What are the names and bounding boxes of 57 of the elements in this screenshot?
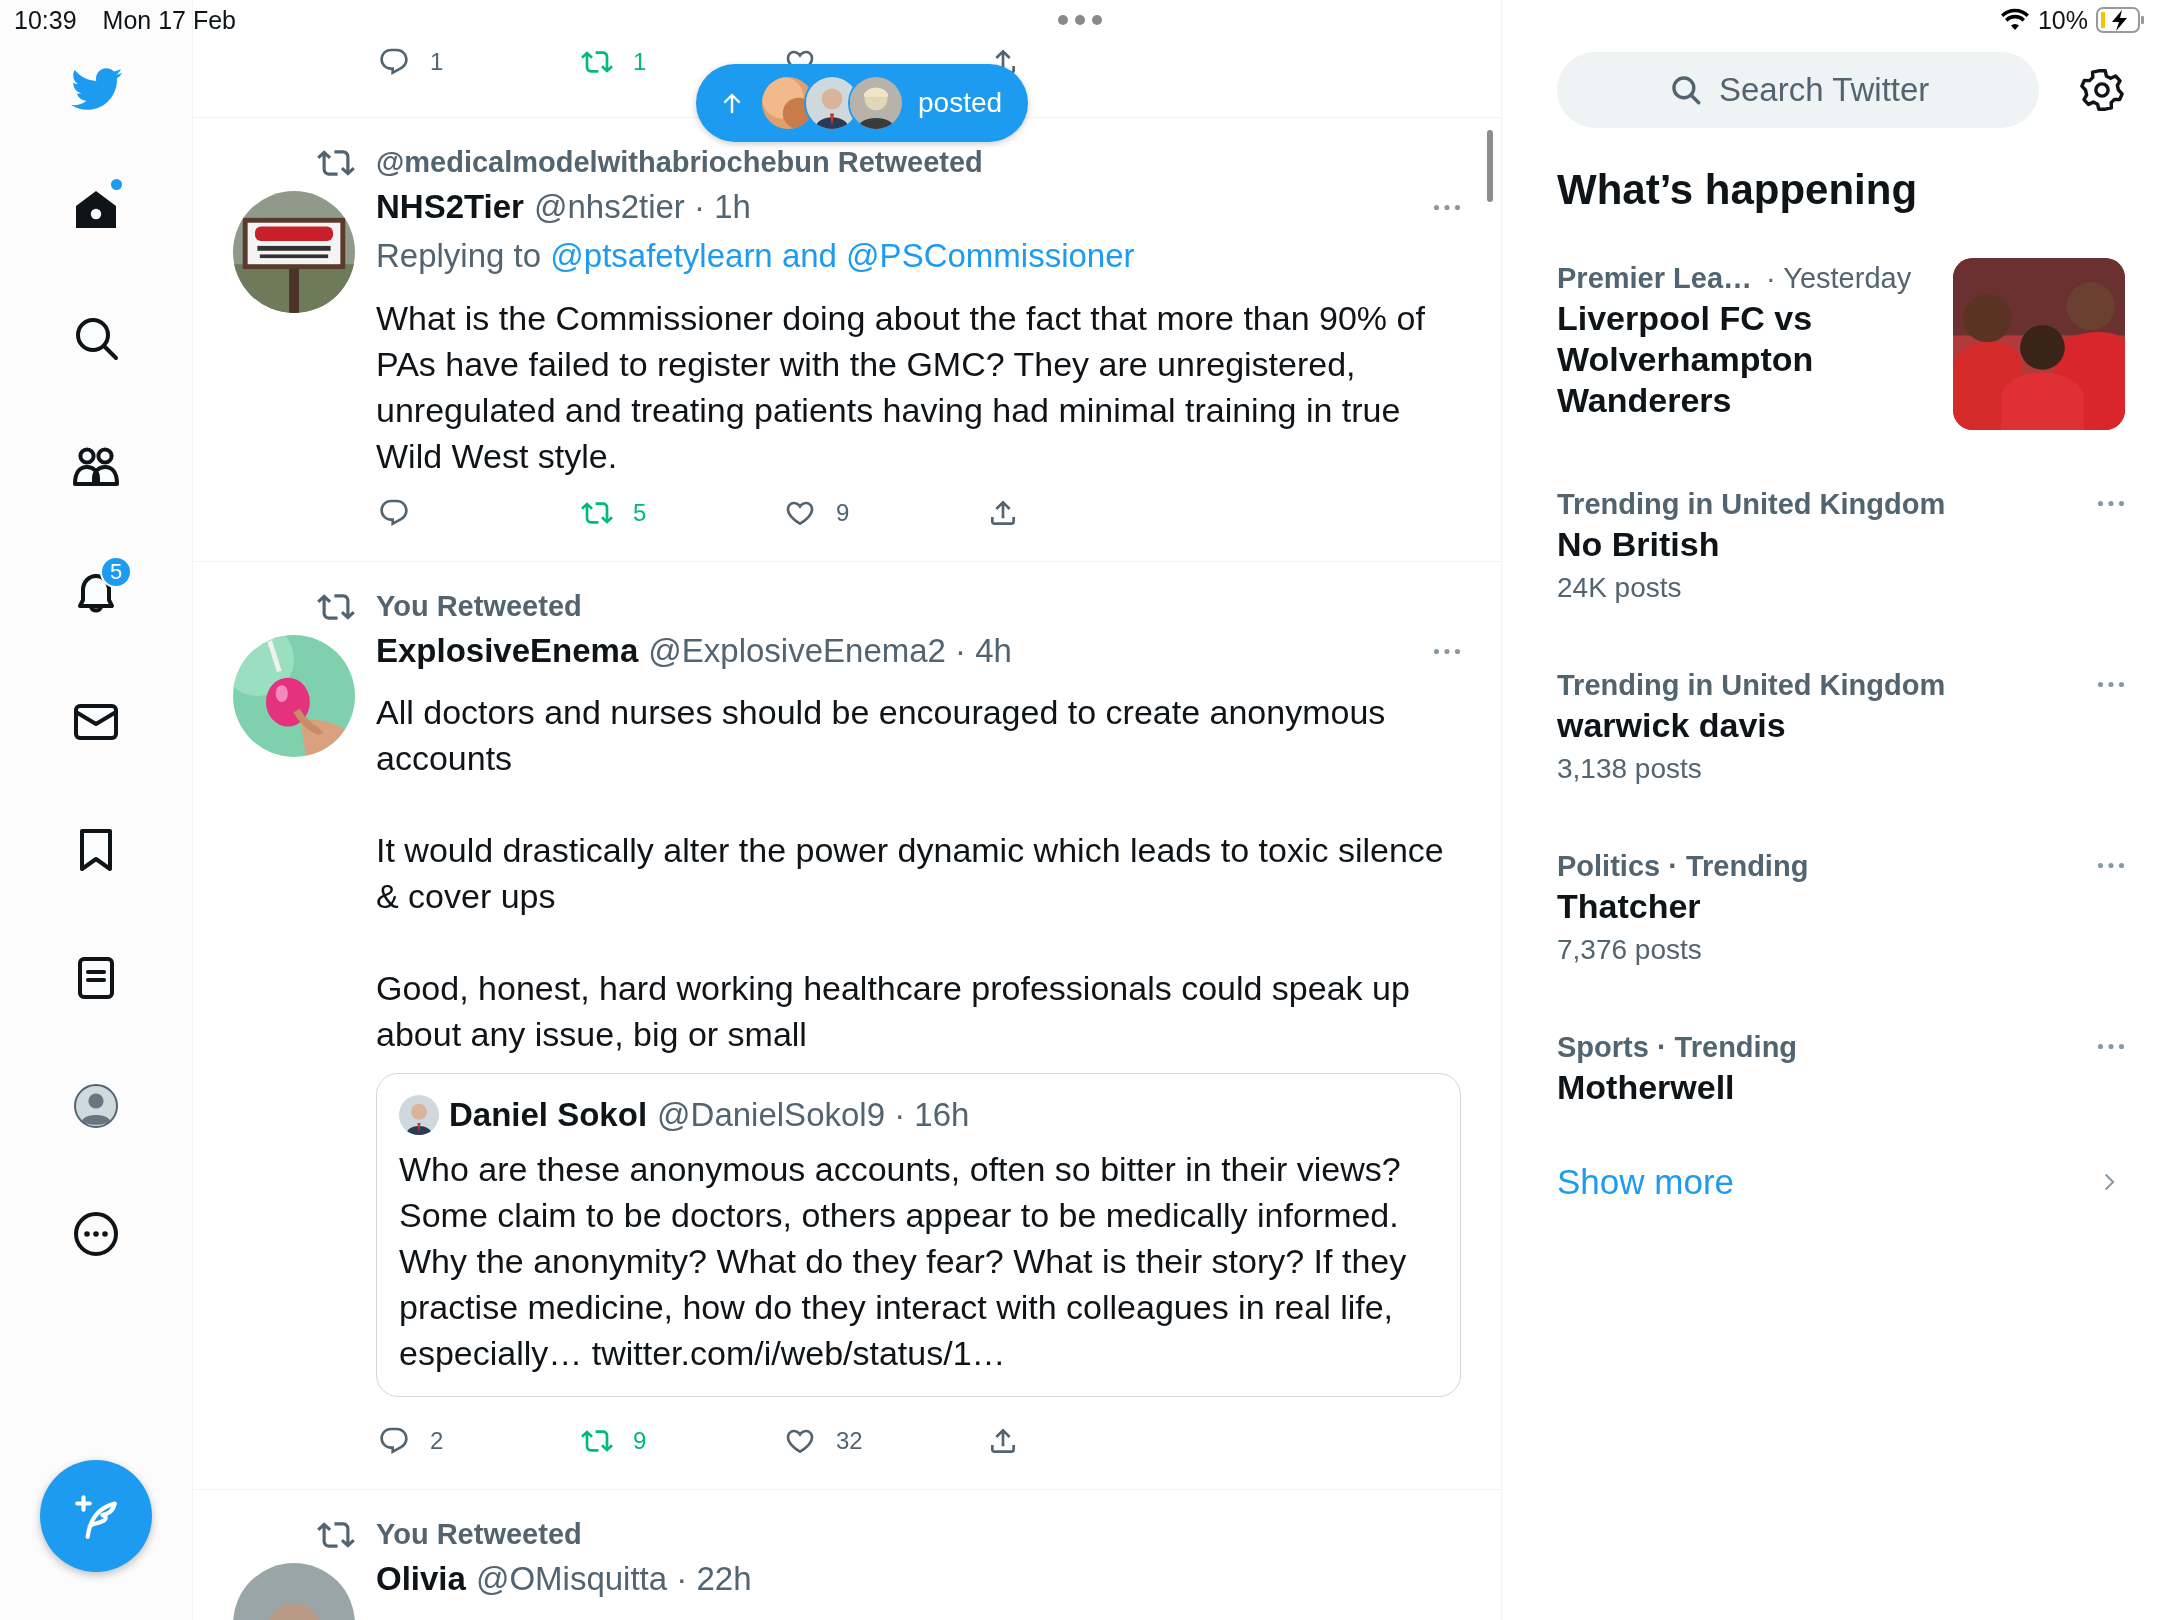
post-count: 24K posts — [1557, 571, 1683, 605]
tweet-text: It would drastically alter the power dynamic which leads to toxic silence & cover ups — [376, 830, 1445, 917]
trend-title[interactable]: No British — [1557, 524, 2081, 565]
author-name[interactable]: NHS2Tier — [376, 185, 524, 229]
scrollbar[interactable] — [1487, 130, 1493, 202]
section-heading: What’s happening — [1557, 166, 1919, 214]
trend-context: Trending in United Kingdom — [1557, 487, 1946, 522]
tweet-text: Good, honest, hard working healthcare professionals could speak up about any issue, big or small — [376, 968, 1411, 1055]
author-handle: @ExplosiveEnema2 · 4h — [648, 631, 1012, 671]
settings-icon[interactable] — [2079, 67, 2125, 113]
trend-title[interactable]: warwick davis — [1557, 705, 2081, 746]
wifi-icon — [1999, 8, 2030, 32]
trend-context: Premier Lea… — [1557, 261, 1753, 296]
post-count: 3,138 posts — [1557, 752, 1703, 786]
action-count: 9 — [633, 1427, 647, 1455]
retweet-context: You Retweeted — [376, 1517, 583, 1552]
tweet-text: All doctors and nurses should be encouraged to create anonymous accounts — [376, 692, 1387, 779]
quoted-tweet[interactable] — [376, 1073, 1461, 1397]
action-count: 5 — [633, 499, 647, 527]
post-count: 7,376 posts — [1557, 933, 1703, 967]
avatar-icon[interactable] — [72, 1082, 120, 1130]
author-name: Daniel Sokol — [449, 1095, 648, 1135]
battery-percent: 10% — [2037, 5, 2088, 35]
multitasking-dots-icon[interactable] — [1057, 14, 1103, 26]
reply-icon[interactable] — [378, 1425, 410, 1457]
tweet-text: What is the Commissioner doing about the fact that more than 90% of PAs have failed to register with the GMC? They are unregistered, unregulated and treating patients having had minimal training in true Wild West style. — [376, 298, 1426, 477]
trend-context: Politics · Trending — [1557, 849, 1809, 884]
author-name[interactable]: Olivia — [376, 1557, 466, 1601]
search-field[interactable]: Search Twitter — [1557, 52, 2039, 128]
action-count: 1 — [633, 48, 647, 76]
status-date: Mon 17 Feb — [102, 5, 236, 35]
notification-count: 5 — [100, 556, 132, 588]
trend-context: Sports · Trending — [1557, 1030, 1798, 1065]
trend-time: · Yesterday — [1766, 261, 1912, 296]
battery-icon — [2096, 7, 2146, 33]
trend-title[interactable]: Thatcher — [1557, 886, 2081, 927]
more-icon[interactable] — [72, 1210, 120, 1258]
action-count: 2 — [430, 1427, 444, 1455]
author-handle: @nhs2tier · 1h — [533, 187, 751, 227]
retweet-context: You Retweeted — [376, 589, 583, 624]
action-count: 32 — [836, 1427, 863, 1455]
trend-title[interactable]: Motherwell — [1557, 1067, 2081, 1108]
action-count: 1 — [430, 48, 444, 76]
reply-icon[interactable] — [378, 497, 410, 529]
author-name[interactable]: ExplosiveEnema — [376, 629, 639, 673]
reply-icon[interactable] — [378, 46, 410, 78]
replying-to-text: Replying to @ptsafetylearn and @PSCommissioner — [376, 236, 1136, 276]
retweet-context: @medicalmodelwithabriochebun Retweeted — [376, 145, 984, 180]
search-icon — [1669, 73, 1703, 107]
tweet-text: Who are these anonymous accounts, often so bitter in their views? Some claim to be doctors, others appear to be medically informed. Why the anonymity? What do they fear? What is their story? If they practise medicine, how do they interact with colleagues in real life, especially… twitter.com/i/web/status/1… — [399, 1149, 1408, 1374]
author-handle: @DanielSokol9 · 16h — [657, 1095, 970, 1135]
trend-context: Trending in United Kingdom — [1557, 668, 1946, 703]
action-count: 9 — [836, 499, 850, 527]
author-handle: @OMisquitta · 22h — [475, 1559, 752, 1599]
compose-button[interactable] — [40, 1460, 152, 1572]
trend-title[interactable]: Liverpool FC vs Wolverhampton Wanderers — [1557, 298, 1937, 421]
status-time: 10:39 — [14, 5, 77, 35]
